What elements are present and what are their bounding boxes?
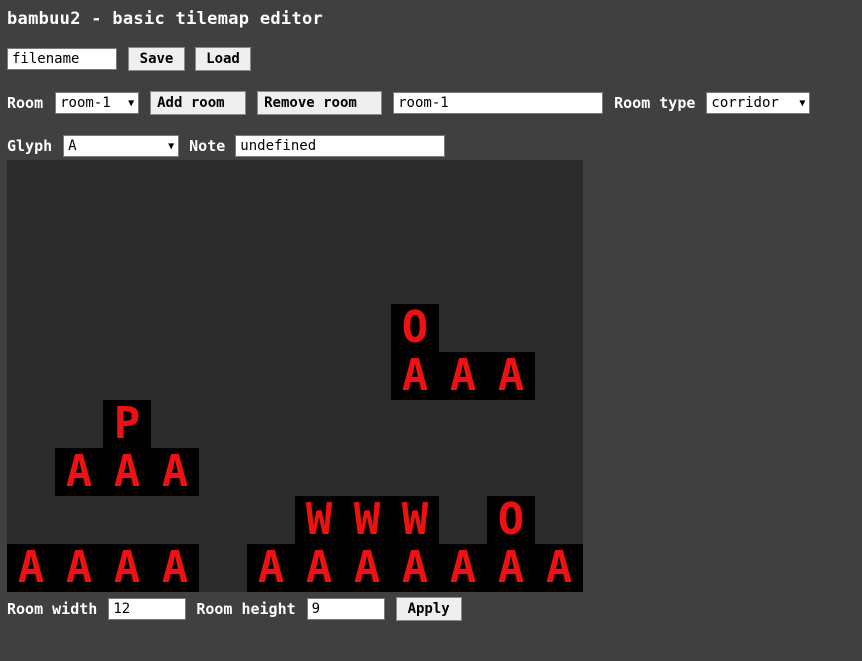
tile-glyph[interactable]: A bbox=[55, 448, 103, 496]
tile-glyph[interactable]: A bbox=[151, 544, 199, 592]
tile-glyph[interactable]: O bbox=[391, 304, 439, 352]
tilemap-canvas[interactable]: OAAAPAAAWWWOAAAAAAAAAAA bbox=[7, 160, 583, 592]
room-type-select[interactable]: corridor ▼ bbox=[706, 92, 811, 114]
remove-room-button[interactable]: Remove room bbox=[257, 91, 383, 115]
room-toolbar: Room room-1 ▼ Add room Remove room room-… bbox=[7, 91, 811, 115]
glyph-label: Glyph bbox=[7, 137, 53, 155]
room-height-label: Room height bbox=[196, 600, 296, 618]
room-name-input[interactable]: room-1 bbox=[393, 92, 604, 114]
save-button[interactable]: Save bbox=[128, 47, 185, 71]
room-width-input[interactable]: 12 bbox=[108, 598, 187, 620]
tile-glyph[interactable]: W bbox=[295, 496, 343, 544]
tile-glyph[interactable]: A bbox=[7, 544, 55, 592]
glyph-select[interactable]: A ▼ bbox=[63, 135, 180, 157]
tile-glyph[interactable]: A bbox=[103, 448, 151, 496]
add-room-button[interactable]: Add room bbox=[150, 91, 247, 115]
room-select[interactable]: room-1 ▼ bbox=[55, 92, 140, 114]
chevron-down-icon: ▼ bbox=[168, 140, 175, 152]
chevron-down-icon: ▼ bbox=[128, 97, 135, 109]
tile-glyph[interactable]: P bbox=[103, 400, 151, 448]
tile-glyph[interactable]: A bbox=[535, 544, 583, 592]
room-type-label: Room type bbox=[614, 94, 696, 112]
note-input[interactable]: undefined bbox=[235, 135, 446, 157]
room-type-value: corridor bbox=[711, 95, 779, 111]
load-button[interactable]: Load bbox=[195, 47, 251, 71]
room-height-input[interactable]: 9 bbox=[306, 598, 385, 620]
note-label: Note bbox=[189, 137, 226, 155]
glyph-select-value: A bbox=[68, 138, 77, 154]
size-toolbar: Room width 12 Room height 9 Apply bbox=[7, 597, 462, 621]
room-width-label: Room width bbox=[7, 600, 98, 618]
room-select-value: room-1 bbox=[60, 95, 111, 111]
tile-glyph[interactable]: A bbox=[55, 544, 103, 592]
tile-glyph[interactable]: W bbox=[343, 496, 391, 544]
tile-glyph[interactable]: O bbox=[487, 496, 535, 544]
filename-input[interactable]: filename bbox=[7, 48, 117, 70]
glyph-toolbar: Glyph A ▼ Note undefined bbox=[7, 135, 446, 157]
app-title: bambuu2 - basic tilemap editor bbox=[7, 9, 324, 29]
tile-glyph[interactable]: A bbox=[439, 544, 487, 592]
tile-glyph[interactable]: A bbox=[487, 544, 535, 592]
file-toolbar: filename Save Load bbox=[7, 47, 251, 71]
tile-glyph[interactable]: A bbox=[439, 352, 487, 400]
tile-glyph[interactable]: A bbox=[295, 544, 343, 592]
chevron-down-icon: ▼ bbox=[799, 97, 806, 109]
tile-glyph[interactable]: A bbox=[151, 448, 199, 496]
tile-glyph[interactable]: W bbox=[391, 496, 439, 544]
tile-glyph[interactable]: A bbox=[103, 544, 151, 592]
tile-glyph[interactable]: A bbox=[487, 352, 535, 400]
tile-glyph[interactable]: A bbox=[391, 352, 439, 400]
room-label: Room bbox=[7, 94, 44, 112]
tile-glyph[interactable]: A bbox=[391, 544, 439, 592]
apply-button[interactable]: Apply bbox=[395, 597, 462, 621]
tile-glyph[interactable]: A bbox=[247, 544, 295, 592]
tile-glyph[interactable]: A bbox=[343, 544, 391, 592]
editor-page: bambuu2 - basic tilemap editor filename … bbox=[0, 0, 862, 661]
